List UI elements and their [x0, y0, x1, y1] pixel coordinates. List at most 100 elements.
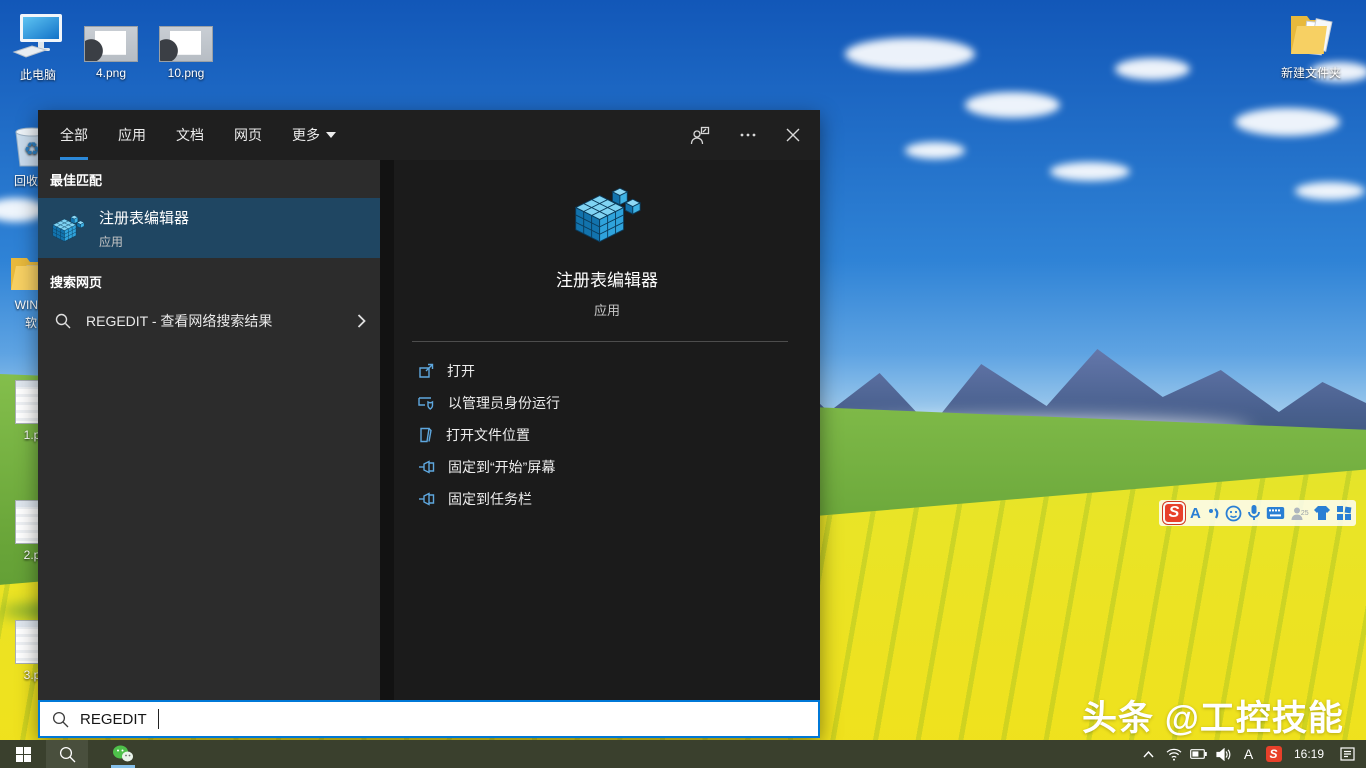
action-label: 打开文件位置	[446, 425, 530, 445]
ime-keyboard-icon[interactable]	[1266, 506, 1285, 520]
tab-web[interactable]: 网页	[234, 110, 262, 160]
action-label: 固定到任务栏	[448, 489, 532, 509]
this-pc-icon	[12, 12, 64, 62]
cloud	[1050, 162, 1130, 181]
search-input[interactable]: REGEDIT	[38, 700, 820, 738]
network-wifi-icon[interactable]	[1161, 740, 1186, 768]
desktop-icon-label: 4.png	[96, 66, 126, 80]
action-run-as-admin[interactable]: 以管理员身份运行	[418, 387, 820, 419]
cloud	[1295, 182, 1365, 200]
web-search-result[interactable]: REGEDIT - 查看网络搜索结果	[38, 300, 380, 342]
panel-column-divider	[380, 160, 394, 700]
desktop-icon-this-pc[interactable]: 此电脑	[6, 12, 70, 83]
search-panel-body: 最佳匹配	[38, 160, 820, 700]
desktop-icon-label: 此电脑	[20, 66, 56, 83]
text-caret	[158, 709, 159, 729]
ime-mode-icon[interactable]: A	[1190, 505, 1201, 522]
tab-more[interactable]: 更多	[292, 110, 336, 160]
action-label: 固定到“开始”屏幕	[448, 457, 555, 477]
action-open-file-location[interactable]: 打开文件位置	[418, 419, 820, 451]
ime-emoji-icon[interactable]	[1225, 505, 1242, 522]
cloud	[965, 92, 1060, 118]
search-panel-header: 全部 应用 文档 网页 更多	[38, 110, 820, 160]
desktop-icon-label: 新建文件夹	[1281, 64, 1341, 81]
open-icon	[418, 363, 434, 379]
wechat-icon	[112, 745, 134, 763]
best-match-result[interactable]: 注册表编辑器 应用	[38, 198, 380, 258]
search-results-column: 最佳匹配	[38, 160, 380, 700]
cloud	[905, 142, 965, 159]
ime-account-count: 25	[1301, 510, 1309, 521]
search-icon	[59, 746, 76, 763]
action-pin-to-taskbar[interactable]: 固定到任务栏	[418, 483, 820, 515]
start-button[interactable]	[0, 740, 46, 768]
tab-label: 应用	[118, 125, 146, 145]
desktop-icon-4png[interactable]: 4.png	[79, 26, 143, 80]
more-options-icon[interactable]	[740, 133, 756, 137]
search-input-value: REGEDIT	[80, 711, 147, 728]
sogou-badge: S	[1266, 746, 1282, 762]
tab-label: 更多	[292, 125, 320, 145]
tab-label: 文档	[176, 125, 204, 145]
best-match-text: 注册表编辑器 应用	[99, 207, 189, 250]
action-open[interactable]: 打开	[418, 355, 820, 387]
cloud	[1115, 58, 1190, 80]
best-match-subtitle: 应用	[99, 233, 189, 250]
taskbar-wechat-button[interactable]	[100, 740, 146, 768]
taskbar-search-button[interactable]	[46, 740, 88, 768]
best-match-title: 注册表编辑器	[99, 207, 189, 228]
watermark-text: 头条 @工控技能	[1082, 690, 1344, 741]
system-tray: A S 16:19	[1136, 740, 1366, 768]
tab-apps[interactable]: 应用	[118, 110, 146, 160]
ime-toolbox-icon[interactable]	[1336, 505, 1352, 521]
ime-voice-icon[interactable]	[1247, 504, 1261, 522]
search-preview-pane: 注册表编辑器 应用 打开	[394, 160, 820, 700]
action-center-icon[interactable]	[1332, 740, 1362, 768]
ime-punctuation-icon[interactable]	[1206, 505, 1220, 521]
tab-all[interactable]: 全部	[60, 110, 88, 160]
taskbar-clock[interactable]: 16:19	[1286, 747, 1332, 761]
ime-language-indicator[interactable]: A	[1236, 740, 1261, 768]
sogou-ime-toolbar[interactable]: S A 25	[1159, 500, 1356, 526]
taskbar: A S 16:19	[0, 740, 1366, 768]
registry-editor-icon	[51, 212, 85, 244]
pin-to-taskbar-icon	[418, 492, 435, 506]
desktop-icon-label: 软	[25, 314, 37, 331]
windows-logo-icon	[16, 747, 31, 762]
search-header-icons	[690, 126, 800, 145]
image-thumbnail-icon	[159, 26, 213, 62]
run-as-admin-icon	[418, 395, 435, 411]
preview-divider	[412, 341, 788, 342]
tab-documents[interactable]: 文档	[176, 110, 204, 160]
section-search-web: 搜索网页	[38, 262, 380, 300]
image-thumbnail-icon	[84, 26, 138, 62]
preview-actions: 打开 以管理员身份运行	[394, 355, 820, 515]
preview-app-title: 注册表编辑器	[556, 266, 658, 291]
search-icon	[52, 711, 69, 728]
file-location-icon	[418, 427, 433, 443]
action-pin-to-start[interactable]: 固定到“开始”屏幕	[418, 451, 820, 483]
sogou-tray-icon[interactable]: S	[1261, 740, 1286, 768]
web-search-text: REGEDIT - 查看网络搜索结果	[86, 311, 272, 331]
desktop-icon-10png[interactable]: 10.png	[154, 26, 218, 80]
feedback-user-icon[interactable]	[690, 126, 710, 145]
battery-icon[interactable]	[1186, 740, 1211, 768]
ime-skin-icon[interactable]	[1314, 505, 1331, 521]
search-icon	[55, 313, 71, 329]
sogou-logo-icon[interactable]: S	[1163, 502, 1185, 524]
action-label: 以管理员身份运行	[448, 393, 560, 413]
chevron-right-icon[interactable]	[357, 314, 366, 328]
tray-chevron-up-icon[interactable]	[1136, 740, 1161, 768]
cloud	[845, 38, 975, 70]
cloud	[1235, 108, 1340, 136]
pin-to-start-icon	[418, 460, 435, 474]
ime-account-icon[interactable]: 25	[1290, 506, 1309, 521]
section-best-match: 最佳匹配	[38, 160, 380, 198]
chevron-down-icon	[326, 132, 336, 138]
desktop-icon-new-folder[interactable]: 新建文件夹	[1279, 10, 1343, 81]
registry-editor-icon-large	[572, 182, 642, 246]
close-icon[interactable]	[786, 128, 800, 142]
volume-icon[interactable]	[1211, 740, 1236, 768]
desktop-icon-label: 10.png	[168, 66, 205, 80]
tab-label: 全部	[60, 125, 88, 145]
